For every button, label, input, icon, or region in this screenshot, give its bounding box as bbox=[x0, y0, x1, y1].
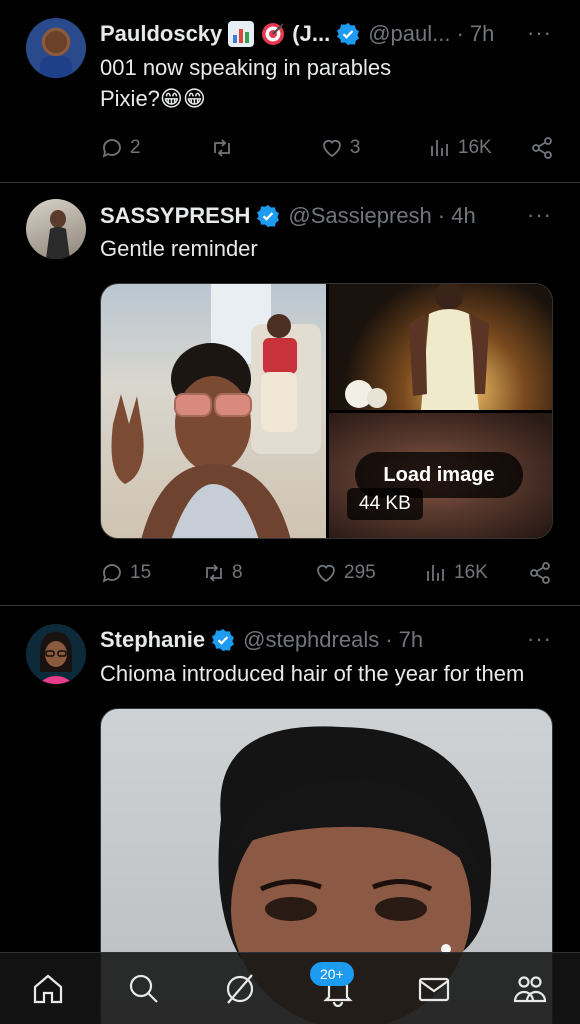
retweet-count: 8 bbox=[232, 562, 243, 583]
views-button[interactable]: 16K bbox=[428, 136, 530, 160]
tweet-text: Gentle reminder bbox=[100, 236, 258, 261]
like-button[interactable]: 3 bbox=[320, 136, 428, 160]
reply-count: 2 bbox=[130, 137, 141, 158]
verified-badge-icon bbox=[257, 205, 280, 227]
views-count: 16K bbox=[457, 137, 492, 158]
photo-content bbox=[345, 284, 489, 410]
author-name[interactable]: Stephanie bbox=[100, 627, 205, 653]
reply-icon bbox=[102, 564, 121, 583]
avatar[interactable] bbox=[26, 199, 86, 259]
author-name[interactable]: SASSYPRESH bbox=[100, 203, 250, 229]
reply-count: 15 bbox=[130, 562, 152, 583]
share-icon bbox=[530, 562, 550, 584]
views-chart-icon bbox=[427, 565, 444, 581]
author-handle[interactable]: @stephdreals bbox=[243, 627, 379, 653]
tweet-time: · 7h bbox=[456, 21, 495, 46]
media-photo-2[interactable] bbox=[329, 284, 552, 410]
avatar-image bbox=[38, 632, 74, 684]
reply-button[interactable]: 2 bbox=[100, 136, 210, 160]
tweet-text-line-1: 001 now speaking in parables bbox=[100, 55, 392, 80]
media-grid[interactable]: Load image 44 KB bbox=[100, 283, 553, 539]
chart-emoji-icon bbox=[228, 21, 255, 47]
home-icon[interactable] bbox=[30, 971, 66, 1007]
like-count: 3 bbox=[349, 137, 361, 158]
retweet-icon bbox=[206, 564, 222, 582]
image-size-label: 44 KB bbox=[347, 488, 423, 520]
tweet-time: · 7h bbox=[385, 627, 424, 652]
media-photo-1[interactable] bbox=[101, 284, 326, 538]
author-handle[interactable]: @paul... bbox=[368, 21, 450, 47]
views-chart-icon bbox=[430, 140, 448, 156]
retweet-button[interactable] bbox=[210, 136, 320, 160]
search-icon[interactable] bbox=[126, 971, 162, 1007]
views-button[interactable]: 16K bbox=[424, 561, 528, 585]
photo-content bbox=[111, 284, 321, 538]
verified-badge-icon bbox=[337, 23, 360, 45]
like-count: 295 bbox=[344, 562, 376, 583]
tweet-pauldoscky[interactable]: Pauldoscky (J... @paul... · 7h ··· 001 n… bbox=[0, 0, 580, 182]
more-options-icon[interactable]: ··· bbox=[527, 20, 552, 46]
heart-icon bbox=[323, 139, 341, 158]
communities-icon[interactable] bbox=[512, 971, 548, 1007]
author-name[interactable]: Pauldoscky bbox=[100, 21, 222, 47]
share-button[interactable] bbox=[528, 561, 552, 585]
reply-icon bbox=[102, 139, 121, 158]
tweet-time: · 4h bbox=[437, 203, 476, 228]
avatar-image bbox=[40, 31, 72, 78]
grok-icon[interactable] bbox=[222, 971, 258, 1007]
avatar[interactable] bbox=[26, 18, 86, 78]
avatar-image bbox=[46, 210, 70, 259]
verified-badge-icon bbox=[212, 629, 235, 651]
tweet-text: Chioma introduced hair of the year for t… bbox=[100, 661, 525, 686]
author-handle[interactable]: @Sassiepresh bbox=[288, 203, 431, 229]
views-count: 16K bbox=[454, 562, 488, 583]
author-name-suffix: (J... bbox=[292, 21, 331, 46]
share-button[interactable] bbox=[530, 136, 554, 160]
like-button[interactable]: 295 bbox=[314, 561, 424, 585]
heart-icon bbox=[317, 564, 335, 583]
target-emoji-icon bbox=[260, 21, 286, 47]
retweet-icon bbox=[214, 139, 230, 157]
tweet-text-line-2: Pixie?😁😁 bbox=[100, 86, 206, 111]
notification-badge: 20+ bbox=[310, 962, 354, 986]
media-photo-3-blurred[interactable]: Load image bbox=[329, 413, 552, 538]
tweet-sassypresh[interactable]: SASSYPRESH @Sassiepresh · 4h ··· Gentle … bbox=[0, 183, 580, 605]
avatar[interactable] bbox=[26, 624, 86, 684]
reply-button[interactable]: 15 bbox=[100, 561, 202, 585]
share-icon bbox=[532, 137, 552, 159]
messages-icon[interactable] bbox=[416, 971, 452, 1007]
bottom-navigation bbox=[0, 952, 580, 1024]
more-options-icon[interactable]: ··· bbox=[527, 202, 552, 228]
retweet-button[interactable]: 8 bbox=[202, 561, 314, 585]
more-options-icon[interactable]: ··· bbox=[527, 626, 552, 652]
